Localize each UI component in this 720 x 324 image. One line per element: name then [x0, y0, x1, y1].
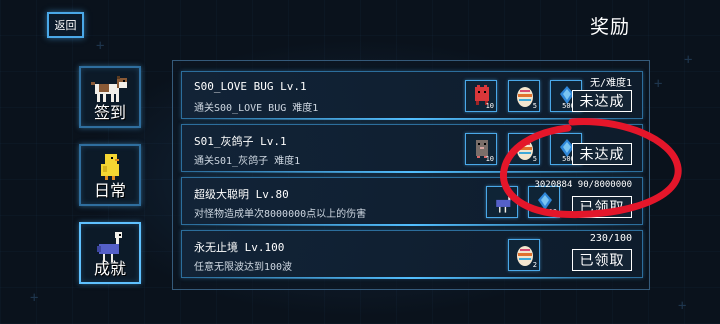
quest-description: 通关S01_灰鸽子 难度1 [194, 156, 301, 167]
back-button[interactable]: 返回 [47, 12, 84, 38]
reward-count: 10 [485, 155, 494, 163]
quest-row: 超级大聪明 Lv.80 对怪物造成单次8000000点以上的伤害 500 302… [181, 177, 643, 226]
quest-row: 永无止境 Lv.100 任意无限波达到100波 2 230/100 已领取 [181, 230, 643, 279]
reward-count: 500 [544, 208, 557, 216]
page-title: 奖励 [590, 16, 631, 38]
quest-title: 永无止境 Lv.100 [194, 241, 285, 254]
tab-sign-in[interactable]: 签到 [79, 66, 141, 128]
claim-button[interactable]: 未达成 [572, 90, 632, 112]
reward-slot[interactable]: 500 [528, 186, 560, 218]
grid-plus-decoration: + [30, 290, 39, 306]
reward-slot[interactable]: 10 [465, 80, 497, 112]
grid-plus-decoration: + [96, 38, 105, 54]
quest-description: 任意无限波达到100波 [194, 262, 293, 273]
claim-button[interactable]: 已领取 [572, 196, 632, 218]
quest-progress: 230/100 [589, 233, 632, 244]
chick-icon [95, 152, 125, 186]
reward-count: 5 [532, 102, 537, 110]
grid-plus-decoration: + [684, 52, 693, 68]
quest-description: 通关S00_LOVE BUG 难度1 [194, 103, 319, 114]
back-button-label: 返回 [54, 19, 77, 32]
achievements-panel: S00_LOVE BUG Lv.1 通关S00_LOVE BUG 难度1 10 … [172, 60, 650, 290]
quest-row: S00_LOVE BUG Lv.1 通关S00_LOVE BUG 难度1 10 … [181, 71, 643, 120]
tab-achievements[interactable]: 成就 [79, 222, 141, 284]
reward-slot[interactable]: 5 [508, 133, 540, 165]
ostrich-icon [93, 230, 127, 268]
reward-slot[interactable]: 5 [508, 80, 540, 112]
grid-plus-decoration: + [654, 76, 663, 92]
quest-row: S01_灰鸽子 Lv.1 通关S01_灰鸽子 难度1 10 5 5000 未达成 [181, 124, 643, 173]
ostrich-icon [496, 191, 513, 213]
quest-title: 超级大聪明 Lv.80 [194, 188, 289, 201]
claim-button[interactable]: 未达成 [572, 143, 632, 165]
reward-slot[interactable] [486, 186, 518, 218]
claim-button[interactable]: 已领取 [572, 249, 632, 271]
reward-slot[interactable]: 2 [508, 239, 540, 271]
dog-icon [89, 74, 131, 108]
grid-plus-decoration: + [678, 298, 687, 314]
quest-progress: 无/难度1 [589, 78, 632, 89]
tab-daily[interactable]: 日常 [79, 144, 141, 206]
quest-title: S01_灰鸽子 Lv.1 [194, 135, 287, 148]
reward-count: 10 [485, 102, 494, 110]
reward-count: 5 [532, 155, 537, 163]
quest-title: S00_LOVE BUG Lv.1 [194, 80, 307, 93]
quest-progress: 3020884 90/8000000 [534, 180, 632, 190]
quest-description: 对怪物造成单次8000000点以上的伤害 [194, 209, 367, 220]
reward-count: 2 [532, 261, 537, 269]
reward-slot[interactable]: 10 [465, 133, 497, 165]
